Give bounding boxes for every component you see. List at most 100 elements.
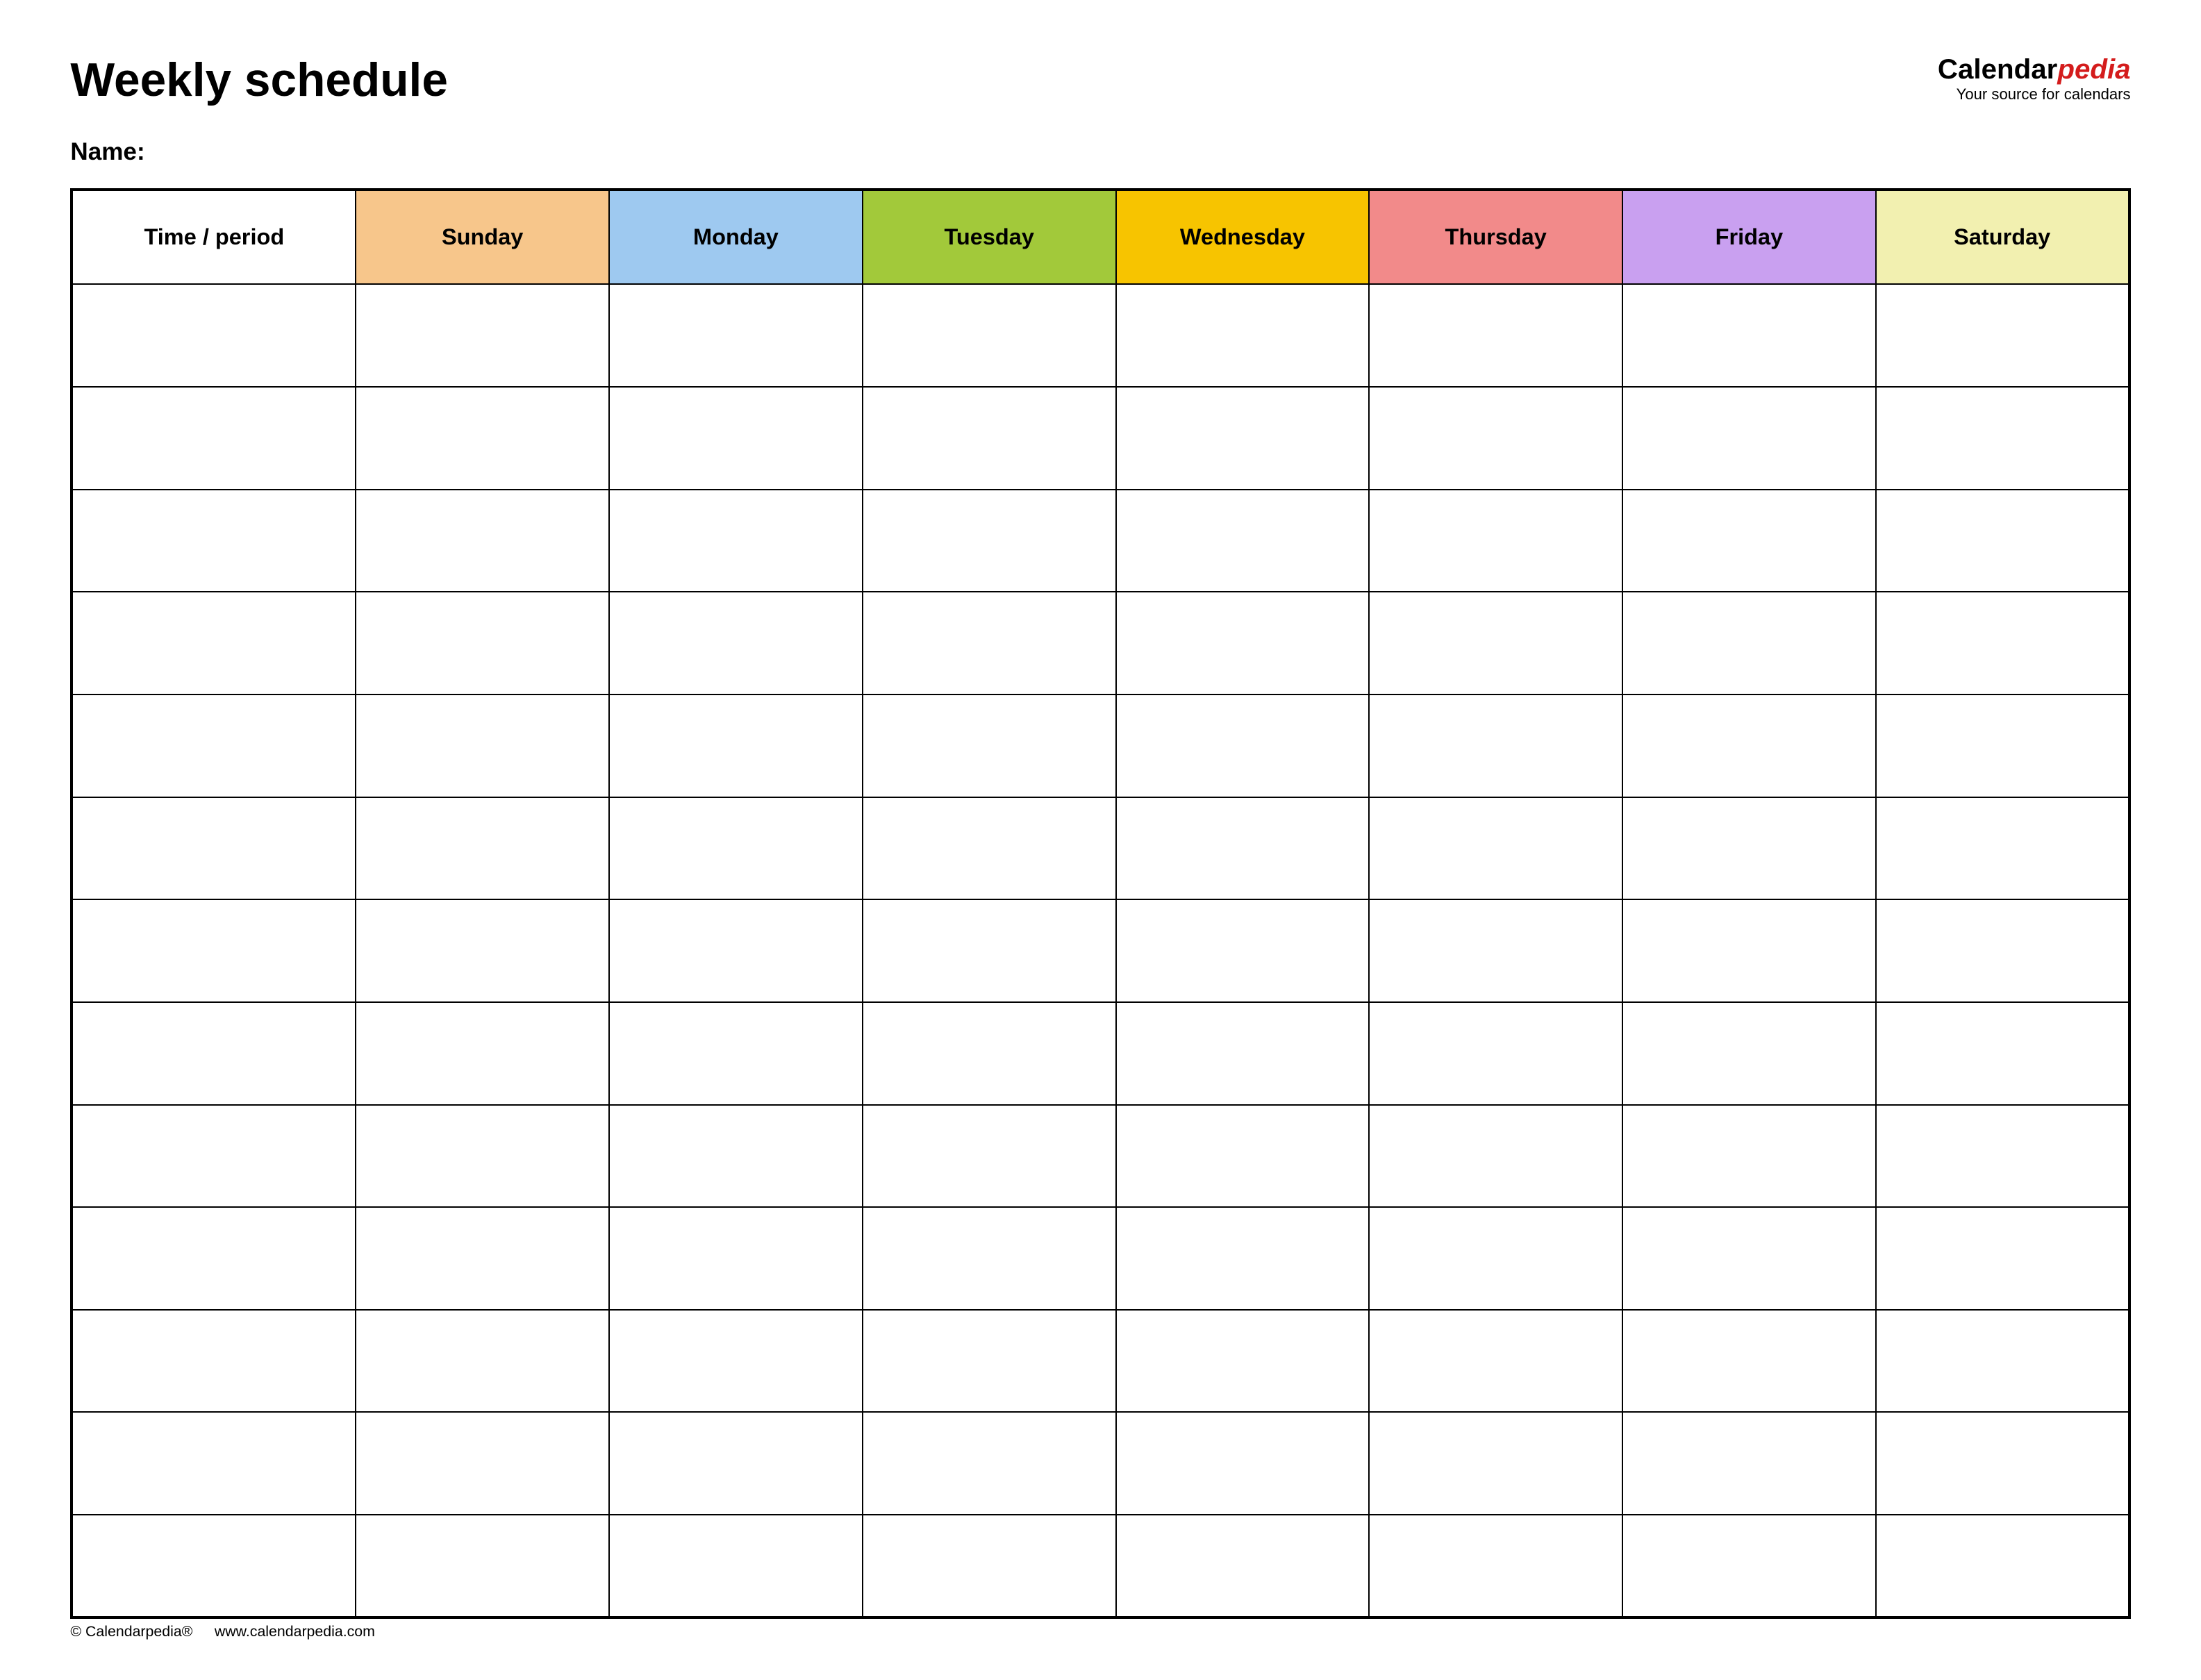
time-cell[interactable] [72,797,356,900]
schedule-cell[interactable] [356,1515,609,1617]
schedule-cell[interactable] [1369,797,1622,900]
schedule-cell[interactable] [863,1207,1116,1310]
schedule-cell[interactable] [356,1310,609,1413]
schedule-cell[interactable] [1622,1412,1876,1515]
schedule-cell[interactable] [1622,387,1876,490]
schedule-cell[interactable] [609,490,863,592]
schedule-cell[interactable] [1116,1207,1370,1310]
schedule-cell[interactable] [1369,1105,1622,1208]
schedule-cell[interactable] [356,490,609,592]
schedule-cell[interactable] [1876,284,2129,387]
schedule-cell[interactable] [863,1002,1116,1105]
schedule-cell[interactable] [1622,1105,1876,1208]
schedule-cell[interactable] [356,387,609,490]
time-cell[interactable] [72,1515,356,1617]
schedule-cell[interactable] [1622,899,1876,1002]
schedule-cell[interactable] [609,1207,863,1310]
schedule-cell[interactable] [609,1310,863,1413]
schedule-cell[interactable] [1876,387,2129,490]
schedule-cell[interactable] [356,899,609,1002]
schedule-cell[interactable] [1876,1105,2129,1208]
time-cell[interactable] [72,490,356,592]
time-cell[interactable] [72,284,356,387]
schedule-cell[interactable] [863,797,1116,900]
time-cell[interactable] [72,1207,356,1310]
time-cell[interactable] [72,1105,356,1208]
schedule-cell[interactable] [1116,1412,1370,1515]
schedule-cell[interactable] [1876,695,2129,797]
schedule-cell[interactable] [1876,1207,2129,1310]
time-cell[interactable] [72,387,356,490]
schedule-cell[interactable] [609,1105,863,1208]
schedule-cell[interactable] [1116,1310,1370,1413]
schedule-cell[interactable] [863,695,1116,797]
schedule-cell[interactable] [1876,490,2129,592]
schedule-cell[interactable] [1369,1412,1622,1515]
schedule-cell[interactable] [863,490,1116,592]
schedule-cell[interactable] [1622,592,1876,695]
schedule-cell[interactable] [1369,490,1622,592]
schedule-cell[interactable] [1876,1515,2129,1617]
schedule-cell[interactable] [609,387,863,490]
time-cell[interactable] [72,899,356,1002]
schedule-cell[interactable] [1369,1002,1622,1105]
schedule-cell[interactable] [1116,1515,1370,1617]
schedule-cell[interactable] [1622,1515,1876,1617]
schedule-cell[interactable] [356,695,609,797]
schedule-cell[interactable] [1116,284,1370,387]
schedule-cell[interactable] [1369,284,1622,387]
schedule-cell[interactable] [609,1002,863,1105]
schedule-cell[interactable] [1369,592,1622,695]
schedule-cell[interactable] [1116,1002,1370,1105]
schedule-cell[interactable] [1876,1002,2129,1105]
schedule-cell[interactable] [863,1105,1116,1208]
schedule-cell[interactable] [863,387,1116,490]
schedule-cell[interactable] [609,284,863,387]
schedule-cell[interactable] [1369,695,1622,797]
schedule-cell[interactable] [356,1105,609,1208]
schedule-cell[interactable] [356,284,609,387]
schedule-cell[interactable] [863,899,1116,1002]
schedule-cell[interactable] [1369,1207,1622,1310]
schedule-cell[interactable] [356,1207,609,1310]
time-cell[interactable] [72,1310,356,1413]
schedule-cell[interactable] [1876,899,2129,1002]
schedule-cell[interactable] [609,1515,863,1617]
schedule-cell[interactable] [1116,1105,1370,1208]
time-cell[interactable] [72,1412,356,1515]
schedule-cell[interactable] [1369,387,1622,490]
schedule-cell[interactable] [356,1412,609,1515]
schedule-cell[interactable] [356,592,609,695]
schedule-cell[interactable] [863,1515,1116,1617]
schedule-cell[interactable] [609,899,863,1002]
schedule-cell[interactable] [1876,592,2129,695]
schedule-cell[interactable] [1876,797,2129,900]
schedule-cell[interactable] [1369,1515,1622,1617]
schedule-cell[interactable] [1116,695,1370,797]
schedule-cell[interactable] [609,592,863,695]
time-cell[interactable] [72,1002,356,1105]
schedule-cell[interactable] [863,592,1116,695]
schedule-cell[interactable] [1622,695,1876,797]
schedule-cell[interactable] [609,797,863,900]
schedule-cell[interactable] [609,695,863,797]
schedule-cell[interactable] [1622,1310,1876,1413]
schedule-cell[interactable] [1622,797,1876,900]
schedule-cell[interactable] [609,1412,863,1515]
schedule-cell[interactable] [1116,387,1370,490]
schedule-cell[interactable] [1876,1310,2129,1413]
schedule-cell[interactable] [1116,592,1370,695]
schedule-cell[interactable] [356,1002,609,1105]
schedule-cell[interactable] [1622,1002,1876,1105]
time-cell[interactable] [72,695,356,797]
schedule-cell[interactable] [863,1310,1116,1413]
schedule-cell[interactable] [1876,1412,2129,1515]
schedule-cell[interactable] [1116,899,1370,1002]
schedule-cell[interactable] [1622,490,1876,592]
schedule-cell[interactable] [1369,1310,1622,1413]
schedule-cell[interactable] [863,1412,1116,1515]
schedule-cell[interactable] [863,284,1116,387]
time-cell[interactable] [72,592,356,695]
schedule-cell[interactable] [356,797,609,900]
schedule-cell[interactable] [1622,1207,1876,1310]
